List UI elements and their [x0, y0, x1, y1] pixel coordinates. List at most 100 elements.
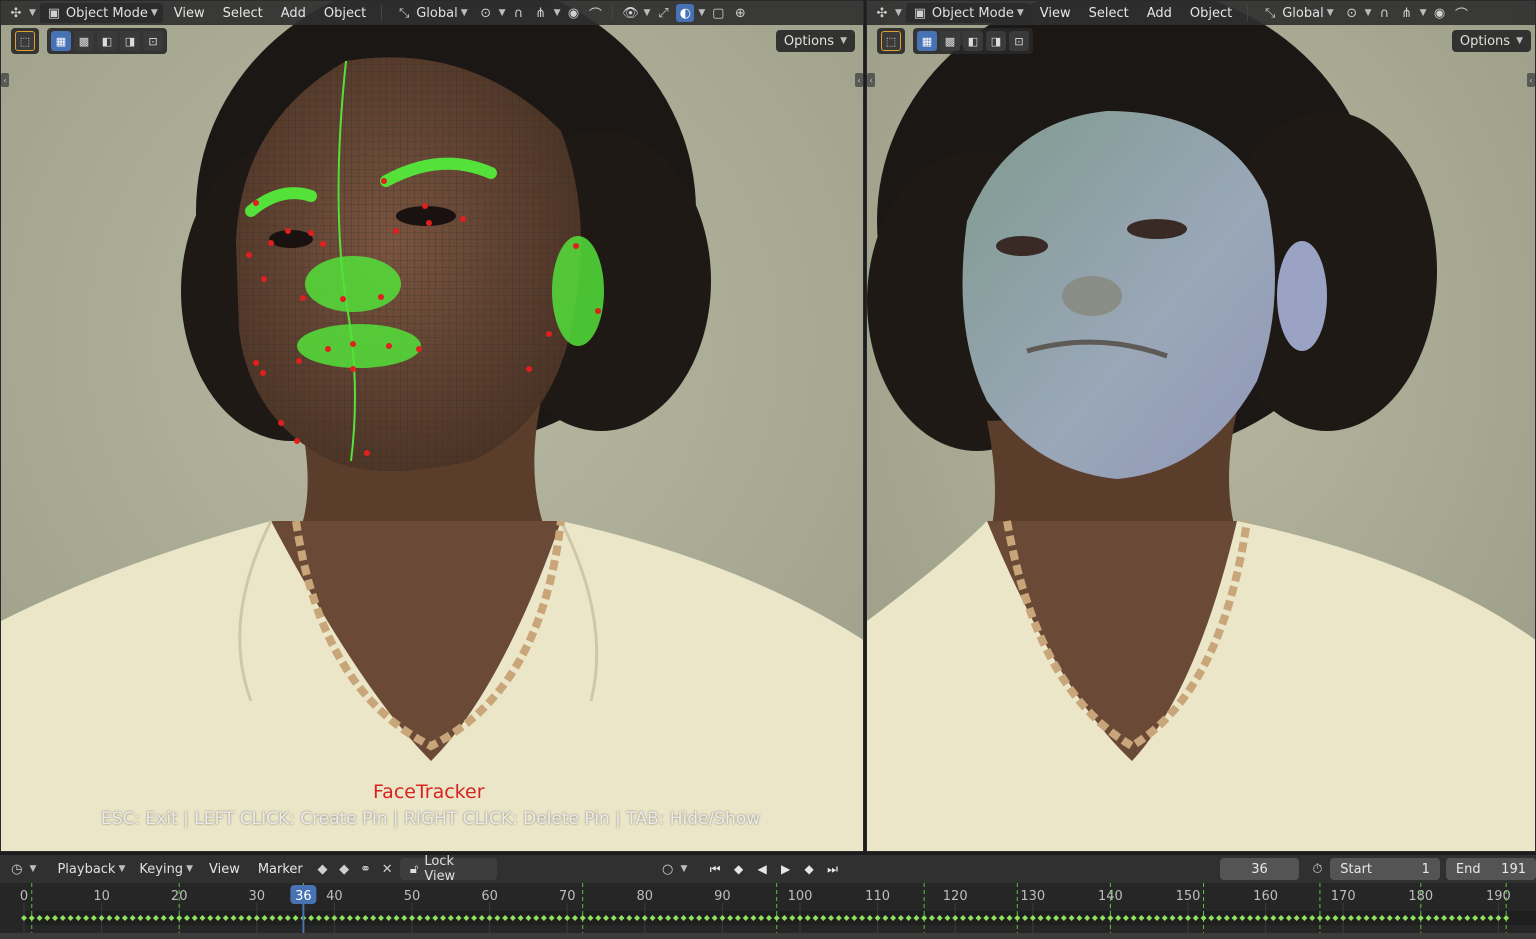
chevron-down-icon: ▼ [186, 864, 193, 874]
snap-increment-icon[interactable]: ⋔ [1398, 4, 1416, 22]
editor-type-icon[interactable]: ✣ [7, 4, 25, 22]
menu-add[interactable]: Add [274, 3, 313, 23]
sidebar-expand-icon[interactable]: ‹ [855, 73, 863, 87]
timeline-header: ◷ ▼ Playback ▼ Keying ▼ View Marker ◆ ◆ ⚭… [0, 854, 1536, 884]
jump-keyframe-forward-icon[interactable]: ◆ [799, 859, 818, 879]
ruler-label: 100 [788, 889, 813, 904]
menu-add[interactable]: Add [1140, 3, 1179, 23]
snap-increment-icon[interactable]: ⋔ [532, 4, 550, 22]
chevron-down-icon: ▼ [498, 8, 506, 18]
gizmo-icon[interactable]: ⤢ [654, 4, 672, 22]
play-reverse-icon[interactable]: ◀ [752, 859, 771, 879]
timeline-area[interactable]: 0 10 20 30 40 50 60 70 80 90 100 110 120 130 140 150 160… [0, 883, 1536, 939]
falloff-icon[interactable]: ⌒ [586, 4, 604, 23]
chevron-down-icon: ▼ [1326, 8, 1334, 18]
select-intersect-icon[interactable]: ⊡ [1009, 31, 1029, 51]
menu-select[interactable]: Select [1082, 3, 1136, 23]
timeline-scrollbar [0, 933, 1536, 939]
chevron-down-icon: ▼ [1516, 36, 1523, 46]
pivot-icon[interactable]: ⊙ [1343, 4, 1361, 22]
tool-group: ⬚ [877, 28, 905, 54]
select-extend-icon[interactable]: ▩ [74, 31, 94, 51]
object-mode-icon: ▣ [47, 5, 61, 21]
jump-start-icon[interactable]: ⏮ [705, 859, 724, 879]
select-subtract-icon[interactable]: ◧ [963, 31, 983, 51]
left-3d-viewport[interactable]: ✣ ▼ ▣ Object Mode ▼ View Select Add Objec… [0, 0, 864, 852]
right-3d-viewport[interactable]: ✣ ▼ ▣ Object Mode ▼ View Select Add Objec… [866, 0, 1536, 852]
keyframe-next-icon[interactable]: ◆ [335, 860, 353, 878]
toolbar-expand-icon[interactable]: ‹ [1, 73, 9, 87]
transform-orientation-dropdown[interactable]: ⤡ Global ▼ [1256, 3, 1338, 23]
ruler-label: 50 [404, 889, 421, 904]
chevron-down-icon: ▼ [29, 8, 36, 18]
proportional-edit-icon[interactable]: ◉ [1430, 4, 1448, 22]
play-icon[interactable]: ▶ [776, 859, 795, 879]
mode-dropdown[interactable]: ▣ Object Mode ▼ [905, 3, 1029, 23]
falloff-icon[interactable]: ⌒ [1452, 4, 1470, 23]
menu-object[interactable]: Object [1183, 3, 1239, 23]
keying-clear-icon[interactable]: ✕ [378, 860, 396, 878]
select-subtract-icon[interactable]: ◧ [97, 31, 117, 51]
facetracker-help-text: ESC: Exit | LEFT CLICK: Create Pin | RIG… [101, 809, 761, 829]
shading-wireframe-icon[interactable]: ⊕ [731, 4, 749, 22]
select-invert-icon[interactable]: ◨ [120, 31, 140, 51]
timeline-view-menu[interactable]: View [202, 859, 247, 879]
end-frame-field[interactable]: End 191 [1445, 858, 1536, 880]
options-dropdown[interactable]: Options ▼ [775, 30, 855, 52]
ruler-label: 40 [326, 889, 343, 904]
overlay-icon[interactable]: ◐ [676, 4, 695, 22]
jump-keyframe-back-icon[interactable]: ◆ [729, 859, 748, 879]
select-intersect-icon[interactable]: ⊡ [143, 31, 163, 51]
object-mode-icon: ▣ [913, 5, 927, 21]
ruler-label: 150 [1176, 889, 1201, 904]
menu-select[interactable]: Select [216, 3, 270, 23]
proportional-edit-icon[interactable]: ◉ [564, 4, 582, 22]
ruler-label: 10 [93, 889, 110, 904]
select-tool-icon[interactable]: ⬚ [15, 31, 35, 51]
right-viewport-header: ✣ ▼ ▣ Object Mode ▼ View Select Add Objec… [867, 1, 1535, 25]
select-extend-icon[interactable]: ▩ [940, 31, 960, 51]
facetracker-title: FaceTracker [373, 781, 485, 803]
timeline-marker-menu[interactable]: Marker [251, 859, 310, 879]
mode-dropdown[interactable]: ▣ Object Mode ▼ [39, 3, 163, 23]
ruler-label: 110 [865, 889, 890, 904]
snap-icon[interactable]: ∩ [510, 4, 528, 22]
snap-icon[interactable]: ∩ [1376, 4, 1394, 22]
toolbar-expand-icon[interactable]: ‹ [867, 73, 875, 87]
select-new-icon[interactable]: ▦ [917, 31, 937, 51]
sidebar-expand-icon[interactable]: ‹ [1527, 73, 1535, 87]
editor-type-icon[interactable]: ✣ [873, 4, 891, 22]
lock-view-button[interactable]: 🔓︎ Lock View [399, 854, 497, 884]
visibility-icon[interactable]: 👁 [621, 4, 639, 22]
orientation-label: Global [1282, 5, 1324, 21]
timeline-editor-icon[interactable]: ◷ [8, 860, 26, 878]
chevron-down-icon: ▼ [29, 864, 37, 874]
playback-menu[interactable]: Playback ▼ [52, 859, 130, 879]
menu-view[interactable]: View [1033, 3, 1078, 23]
stopwatch-icon[interactable]: ⏱ [1309, 860, 1327, 878]
keying-menu[interactable]: Keying ▼ [134, 859, 198, 879]
ruler-label: 70 [559, 889, 576, 904]
auto-keying-icon[interactable]: ○ [659, 860, 677, 878]
keying-set-icon[interactable]: ⚭ [357, 860, 375, 878]
select-tool-icon[interactable]: ⬚ [881, 31, 901, 51]
menu-view[interactable]: View [167, 3, 212, 23]
options-dropdown[interactable]: Options ▼ [1451, 30, 1531, 52]
xray-icon[interactable]: ▢ [709, 4, 727, 22]
keyframe-prev-icon[interactable]: ◆ [314, 860, 332, 878]
start-frame-field[interactable]: Start 1 [1330, 858, 1440, 880]
jump-end-icon[interactable]: ⏭ [823, 859, 842, 879]
timeline-ruler[interactable]: 0 10 20 30 40 50 60 70 80 90 100 110 120 130 140 150 160… [0, 883, 1536, 939]
transform-orientation-dropdown[interactable]: ⤡ Global ▼ [390, 3, 472, 23]
chevron-down-icon: ▼ [1419, 8, 1427, 18]
ruler-label: 80 [637, 889, 654, 904]
current-frame-field[interactable]: 36 [1220, 858, 1299, 880]
select-new-icon[interactable]: ▦ [51, 31, 71, 51]
chevron-down-icon: ▼ [553, 8, 561, 18]
lock-icon: 🔓︎ [409, 861, 419, 877]
mode-label: Object Mode [65, 5, 148, 21]
menu-object[interactable]: Object [317, 3, 373, 23]
select-invert-icon[interactable]: ◨ [986, 31, 1006, 51]
selection-mode-group: ▦ ▩ ◧ ◨ ⊡ [913, 28, 1033, 54]
pivot-icon[interactable]: ⊙ [477, 4, 495, 22]
